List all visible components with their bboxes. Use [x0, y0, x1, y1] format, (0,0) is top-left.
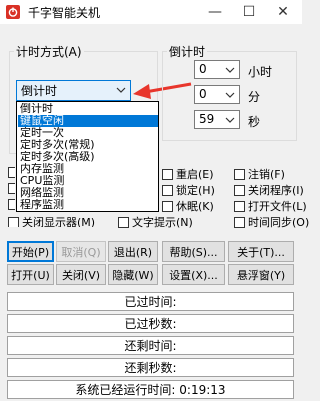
option-idle[interactable]: 键鼠空闲 — [18, 115, 158, 127]
checkbox-box — [162, 201, 173, 212]
remaining-seconds-field: 还剩秒数: — [7, 358, 294, 377]
option-cpu[interactable]: CPU监测 — [18, 175, 158, 187]
sleep-checkbox[interactable]: 休眠(K) — [162, 198, 214, 214]
seconds-value: 59 — [199, 112, 215, 126]
minutes-unit: 分 — [248, 90, 261, 104]
maximize-button[interactable]: ☐ — [232, 0, 266, 24]
timing-mode-dropdown: 倒计时 键鼠空闲 定时一次 定时多次(常规) 定时多次(高级) 内存监测 CPU… — [16, 101, 159, 212]
system-uptime-value: 0:19:13 — [179, 382, 226, 397]
app-power-icon — [6, 5, 20, 19]
remaining-time-field: 还剩时间: — [7, 336, 294, 355]
display-off-checkbox[interactable]: 关闭显示器(M) — [8, 214, 116, 227]
restart-checkbox[interactable]: 重启(E) — [162, 166, 214, 182]
about-button[interactable]: 关于(T)... — [228, 241, 294, 262]
chevron-down-icon — [225, 67, 235, 73]
option-memory[interactable]: 内存监测 — [18, 163, 158, 175]
timing-mode-selected: 倒计时 — [21, 84, 58, 98]
elapsed-time-field: 已过时间: — [7, 292, 294, 311]
title-bar: 千字智能关机 — ☐ ✕ — [0, 0, 302, 24]
countdown-label: 倒计时 — [167, 43, 208, 60]
close-button[interactable]: 关闭(V) — [56, 264, 106, 285]
minimize-button[interactable]: — — [198, 0, 232, 24]
chevron-down-icon — [116, 87, 126, 93]
open-file-checkbox[interactable]: 打开文件(L) — [234, 198, 307, 214]
exit-button[interactable]: 退出(R) — [108, 241, 158, 262]
timing-mode-select[interactable]: 倒计时 — [16, 80, 131, 101]
help-button[interactable]: 帮助(S)... — [162, 241, 225, 262]
checkbox-box — [162, 185, 173, 196]
checkbox-box — [234, 201, 245, 212]
checkbox-box — [234, 169, 245, 180]
option-network[interactable]: 网络监测 — [18, 187, 158, 199]
close-program-checkbox[interactable]: 关闭程序(I) — [234, 182, 304, 198]
checkbox-box — [8, 217, 19, 227]
chevron-down-icon — [225, 117, 235, 123]
checkbox-box — [162, 169, 173, 180]
timing-mode-label: 计时方式(A) — [14, 43, 84, 60]
hidden-checkbox-edge[interactable] — [8, 167, 15, 178]
hours-value: 0 — [199, 62, 207, 76]
checkbox-box — [234, 217, 245, 228]
chevron-down-icon — [225, 92, 235, 98]
checkbox-box — [118, 217, 129, 228]
start-button[interactable]: 开始(P) — [7, 241, 54, 262]
hidden-checkbox-edge[interactable] — [8, 183, 15, 194]
minutes-select[interactable]: 0 — [194, 85, 240, 104]
window-title: 千字智能关机 — [28, 6, 101, 20]
float-window-button[interactable]: 悬浮窗(Y) — [228, 264, 294, 285]
elapsed-seconds-field: 已过秒数: — [7, 314, 294, 333]
hidden-checkbox-edge[interactable] — [8, 199, 15, 210]
logout-checkbox[interactable]: 注销(F) — [234, 166, 285, 182]
checkbox-box — [234, 185, 245, 196]
lock-checkbox[interactable]: 锁定(H) — [162, 182, 215, 198]
option-multi-advanced[interactable]: 定时多次(高级) — [18, 151, 158, 163]
seconds-unit: 秒 — [248, 115, 261, 129]
cancel-button[interactable]: 取消(Q) — [56, 241, 106, 262]
hours-select[interactable]: 0 — [194, 60, 240, 79]
option-countdown[interactable]: 倒计时 — [18, 103, 158, 115]
hours-unit: 小时 — [248, 65, 273, 79]
option-multi-normal[interactable]: 定时多次(常规) — [18, 139, 158, 151]
text-prompt-checkbox[interactable]: 文字提示(N) — [118, 214, 193, 230]
time-sync-checkbox[interactable]: 时间同步(O) — [234, 214, 309, 230]
settings-button[interactable]: 设置(X)... — [162, 264, 225, 285]
system-uptime-field: 系统已经运行时间: 0:19:13 — [7, 380, 294, 399]
option-once[interactable]: 定时一次 — [18, 127, 158, 139]
open-button[interactable]: 打开(U) — [7, 264, 54, 285]
seconds-select[interactable]: 59 — [194, 110, 240, 129]
hide-button[interactable]: 隐藏(W) — [108, 264, 158, 285]
close-window-button[interactable]: ✕ — [266, 0, 300, 24]
minutes-value: 0 — [199, 87, 207, 101]
option-program[interactable]: 程序监测 — [18, 199, 158, 211]
